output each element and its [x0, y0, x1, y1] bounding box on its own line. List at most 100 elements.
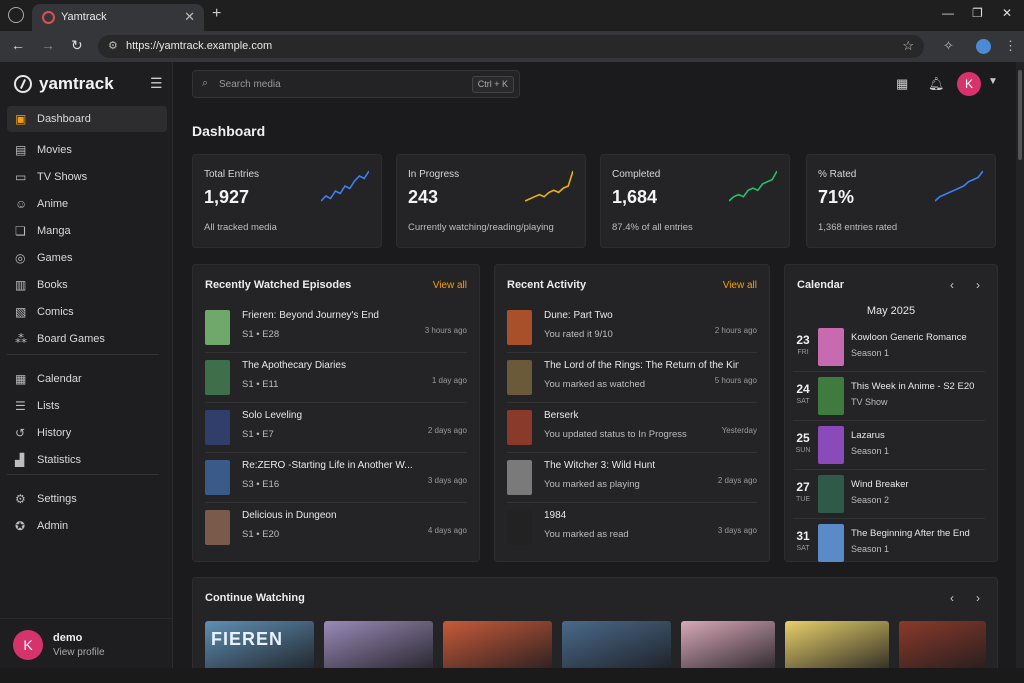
scrollbar-thumb[interactable]: [1018, 70, 1022, 160]
list-item[interactable]: The Apothecary Diaries S1 • E11 1 day ago: [205, 354, 467, 403]
list-item[interactable]: The Lord of the Rings: The Return of the…: [507, 354, 757, 403]
calendar-icon: ▦: [15, 372, 27, 386]
minimize-icon[interactable]: —: [942, 6, 954, 20]
item-timestamp: 5 hours ago: [714, 376, 757, 385]
sidebar-item-dashboard[interactable]: ▣ Dashboard: [7, 106, 167, 132]
bookmark-star-icon[interactable]: ☆: [902, 38, 914, 54]
item-subtitle: S1 • E28: [242, 329, 280, 340]
chevron-right-icon[interactable]: ›: [976, 278, 980, 292]
sidebar-item-label: Manga: [37, 225, 71, 237]
continue-watching-card[interactable]: [681, 621, 775, 668]
sidebar-item-games[interactable]: ◎ Games: [7, 245, 167, 271]
continue-watching-card[interactable]: [562, 621, 671, 668]
sidebar-item-label: Movies: [37, 144, 72, 156]
profile-icon[interactable]: [8, 7, 24, 23]
close-window-icon[interactable]: ✕: [1002, 6, 1012, 20]
close-tab-icon[interactable]: ✕: [184, 9, 195, 25]
sidebar-item-board-games[interactable]: ⁂ Board Games: [7, 326, 167, 352]
browser-menu-icon[interactable]: ⋮: [1004, 38, 1017, 54]
hamburger-icon[interactable]: ☰: [150, 75, 163, 92]
book-open-icon: ❏: [15, 224, 26, 238]
logo[interactable]: yamtrack: [14, 74, 114, 94]
new-tab-icon[interactable]: +: [212, 5, 221, 23]
item-subtitle: S1 • E20: [242, 529, 280, 540]
user-profile[interactable]: K demo View profile: [13, 629, 163, 663]
back-icon[interactable]: ←: [11, 37, 25, 53]
continue-watching-card[interactable]: [324, 621, 433, 668]
sidebar-item-calendar[interactable]: ▦ Calendar: [7, 366, 167, 392]
sidebar-item-tv-shows[interactable]: ▭ TV Shows: [7, 164, 167, 190]
browser-tab[interactable]: Yamtrack ✕: [32, 4, 204, 31]
poster-thumbnail: [205, 510, 230, 545]
calendar-icon[interactable]: ▦: [896, 76, 908, 92]
calendar-weekday: SUN: [795, 447, 811, 454]
favicon-icon: [42, 11, 55, 24]
list-item[interactable]: Re:ZERO -Starting Life in Another W... S3…: [205, 454, 467, 503]
chevron-left-icon[interactable]: ‹: [950, 278, 954, 292]
item-subtitle: S3 • E16: [242, 479, 280, 490]
sidebar-item-history[interactable]: ↺ History: [7, 420, 167, 446]
calendar-day: 31: [796, 529, 810, 543]
continue-watching-card[interactable]: [785, 621, 889, 668]
calendar-panel: Calendar ‹ › May 2025 23 FRI Kowloon Gener…: [784, 264, 998, 562]
calendar-weekday: SAT: [796, 398, 810, 405]
site-info-icon[interactable]: ⚙: [108, 39, 118, 52]
browser-account-icon[interactable]: [976, 39, 991, 54]
sidebar-item-lists[interactable]: ☰ Lists: [7, 393, 167, 419]
sidebar-item-statistics[interactable]: ▟ Statistics: [7, 447, 167, 473]
view-profile-link[interactable]: View profile: [53, 647, 105, 658]
item-timestamp: 2 hours ago: [714, 326, 757, 335]
bell-icon[interactable]: 🔔︎: [928, 76, 945, 92]
calendar-entry[interactable]: 25 SUN Lazarus Season 1: [793, 421, 985, 470]
view-all-link[interactable]: View all: [723, 280, 757, 291]
chevron-down-icon[interactable]: ▼: [988, 76, 998, 87]
dashboard-icon: ▣: [15, 112, 27, 126]
continue-watching-card[interactable]: FIEREN: [205, 621, 314, 668]
avatar[interactable]: K: [957, 72, 981, 96]
sidebar-item-movies[interactable]: ▤ Movies: [7, 137, 167, 163]
list-item[interactable]: Delicious in Dungeon S1 • E20 4 days ago: [205, 504, 467, 553]
item-timestamp: 3 days ago: [427, 476, 467, 485]
item-subtitle: S1 • E11: [242, 379, 279, 390]
list-item[interactable]: Solo Leveling S1 • E7 2 days ago: [205, 404, 467, 453]
continue-watching-card[interactable]: [443, 621, 552, 668]
continue-watching-panel: Continue Watching ‹ › FIEREN: [192, 577, 998, 668]
continue-watching-card[interactable]: [899, 621, 986, 668]
address-bar[interactable]: ⚙ https://yamtrack.example.com ☆: [98, 35, 924, 58]
sidebar-item-manga[interactable]: ❏ Manga: [7, 218, 167, 244]
calendar-entry[interactable]: 31 SAT The Beginning After the End Season 1: [793, 519, 985, 568]
extensions-icon[interactable]: ✧: [943, 38, 954, 54]
sidebar: yamtrack ☰ ▣ Dashboard ▤ Movies ▭ TV Shows ☺ An…: [0, 62, 173, 668]
sidebar-item-label: Games: [37, 252, 73, 264]
list-item[interactable]: 1984 You marked as read 3 days ago: [507, 504, 757, 553]
stat-label: % Rated: [818, 169, 857, 180]
sidebar-item-label: Comics: [37, 306, 74, 318]
sidebar-item-settings[interactable]: ⚙ Settings: [7, 486, 167, 512]
list-item[interactable]: Frieren: Beyond Journey's End S1 • E28 3 h…: [205, 304, 467, 353]
sidebar-item-label: Board Games: [37, 333, 105, 345]
poster-thumbnail: [507, 410, 532, 445]
sidebar-item-admin[interactable]: ✪ Admin: [7, 513, 167, 539]
calendar-entry[interactable]: 23 FRI Kowloon Generic Romance Season 1: [793, 323, 985, 372]
gamepad-icon: ◎: [15, 251, 26, 265]
reload-icon[interactable]: ↻: [71, 37, 83, 54]
stat-label: Completed: [612, 169, 661, 180]
forward-icon[interactable]: →: [41, 37, 55, 53]
sidebar-item-label: Dashboard: [37, 113, 91, 125]
stat-value: 243: [408, 187, 439, 207]
search-input[interactable]: ⌕ Search media Ctrl + K: [192, 70, 520, 98]
calendar-entry[interactable]: 27 TUE Wind Breaker Season 2: [793, 470, 985, 519]
chevron-right-icon[interactable]: ›: [976, 591, 980, 605]
calendar-entry[interactable]: 24 SAT This Week in Anime - S2 E20 TV Show: [793, 372, 985, 421]
calendar-weekday: SAT: [796, 545, 810, 552]
chevron-left-icon[interactable]: ‹: [950, 591, 954, 605]
sidebar-item-books[interactable]: ▥ Books: [7, 272, 167, 298]
view-all-link[interactable]: View all: [433, 280, 467, 291]
maximize-icon[interactable]: ❐: [972, 6, 983, 20]
sidebar-item-anime[interactable]: ☺ Anime: [7, 191, 167, 217]
sidebar-item-label: Statistics: [37, 454, 82, 466]
list-item[interactable]: Berserk You updated status to In Progress…: [507, 404, 757, 453]
sidebar-item-comics[interactable]: ▧ Comics: [7, 299, 167, 325]
list-item[interactable]: Dune: Part Two You rated it 9/10 2 hours a…: [507, 304, 757, 353]
list-item[interactable]: The Witcher 3: Wild Hunt You marked as pl…: [507, 454, 757, 503]
